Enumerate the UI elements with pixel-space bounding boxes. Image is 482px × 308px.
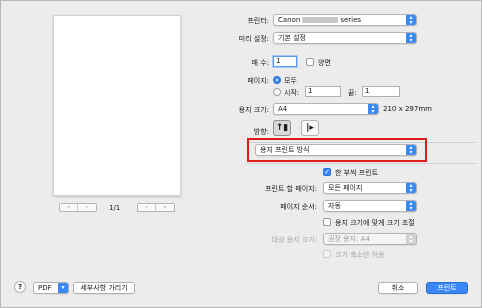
page-order-value: 자동: [328, 202, 341, 210]
pages-to-print-label: 프린트 할 페이지:: [265, 185, 317, 193]
scale-to-fit-label: 용지 크기에 맞게 크기 조절: [335, 219, 415, 227]
printer-label: 프린터:: [247, 17, 269, 25]
print-dialog: « ‹ 1/1 › » 프린터: Canon series ▴ ▾ 미리 설정: 기…: [0, 0, 482, 308]
copies-field[interactable]: 1: [273, 56, 297, 67]
pages-to-field[interactable]: 1: [362, 86, 400, 97]
previous-page-button[interactable]: ‹: [78, 204, 96, 211]
pages-from-label: 시작:: [284, 89, 300, 97]
first-page-button[interactable]: «: [60, 204, 78, 211]
section-divider-bottom: [246, 163, 476, 164]
printer-select[interactable]: Canon series ▴ ▾: [273, 14, 417, 26]
scale-to-fit-checkbox[interactable]: [323, 218, 331, 226]
help-button[interactable]: ?: [14, 281, 26, 293]
portrait-orientation-button[interactable]: ↑▮: [273, 120, 291, 136]
pages-to-label: 끝:: [348, 89, 357, 97]
paper-size-value: A4: [278, 105, 288, 113]
highlight-callout: [247, 138, 427, 162]
two-sided-label: 양면: [318, 59, 331, 67]
presets-label: 미리 설정:: [238, 35, 269, 43]
paper-size-select[interactable]: A4 ▴ ▾: [273, 103, 379, 115]
pdf-label: PDF: [38, 284, 52, 292]
page-count: 1/1: [109, 204, 121, 212]
chevron-updown-icon: ▴ ▾: [368, 104, 378, 114]
destination-paper-value: 권장 용지: A4: [328, 235, 370, 243]
chevron-updown-icon: ▴ ▾: [406, 183, 416, 193]
preview-nav-forward-group: › »: [137, 203, 175, 212]
next-page-button[interactable]: ›: [138, 204, 156, 211]
presets-select[interactable]: 기본 설정 ▴ ▾: [273, 32, 417, 44]
paper-size-label: 용지 크기:: [238, 106, 269, 114]
orientation-label: 방향:: [253, 128, 269, 136]
collate-checkbox[interactable]: ✓: [323, 168, 331, 176]
cancel-button[interactable]: 취소: [378, 282, 418, 294]
pages-to-print-value: 모든 페이지: [328, 184, 363, 192]
landscape-person-icon: |▸: [306, 123, 314, 133]
print-preview: [53, 15, 181, 196]
chevron-updown-icon: ▴ ▾: [406, 15, 416, 25]
preview-nav-back-group: « ‹: [59, 203, 97, 212]
print-button[interactable]: 프린트: [426, 282, 468, 294]
printer-model-redacted: [302, 17, 339, 23]
pages-label: 페이지:: [247, 77, 269, 85]
chevron-down-icon: ▾: [58, 283, 68, 293]
landscape-orientation-button[interactable]: |▸: [301, 120, 319, 136]
pdf-menu-button[interactable]: PDF ▾: [33, 282, 69, 294]
pages-to-print-select[interactable]: 모든 페이지 ▴ ▾: [323, 182, 417, 194]
page-order-label: 페이지 순서:: [280, 203, 317, 211]
collate-label: 한 부씩 프린트: [335, 169, 379, 177]
page-order-select[interactable]: 자동 ▴ ▾: [323, 200, 417, 212]
pages-all-label: 모두: [284, 77, 297, 85]
two-sided-checkbox[interactable]: [306, 58, 314, 66]
scale-down-only-label: 크기 축소만 허용: [335, 251, 385, 259]
printer-name-suffix: series: [340, 16, 362, 24]
scale-down-only-checkbox[interactable]: [323, 250, 331, 258]
chevron-updown-icon: ▴ ▾: [406, 201, 416, 211]
destination-paper-select[interactable]: 권장 용지: A4 ▴ ▾: [323, 233, 417, 245]
copies-label: 매 수:: [251, 59, 269, 67]
pages-all-radio[interactable]: [273, 76, 281, 84]
hide-details-button[interactable]: 세부사항 가리기: [73, 282, 135, 294]
paper-dimensions: 210 x 297mm: [383, 105, 432, 113]
chevron-updown-icon: ▴ ▾: [406, 234, 416, 244]
pages-range-radio[interactable]: [273, 88, 281, 96]
destination-paper-label: 대상 용지 크기:: [271, 236, 317, 244]
portrait-person-icon: ↑▮: [275, 123, 289, 133]
chevron-updown-icon: ▴ ▾: [406, 33, 416, 43]
presets-value: 기본 설정: [278, 34, 306, 42]
pages-from-field[interactable]: 1: [305, 86, 341, 97]
printer-name-prefix: Canon: [278, 16, 301, 24]
last-page-button[interactable]: »: [156, 204, 174, 211]
